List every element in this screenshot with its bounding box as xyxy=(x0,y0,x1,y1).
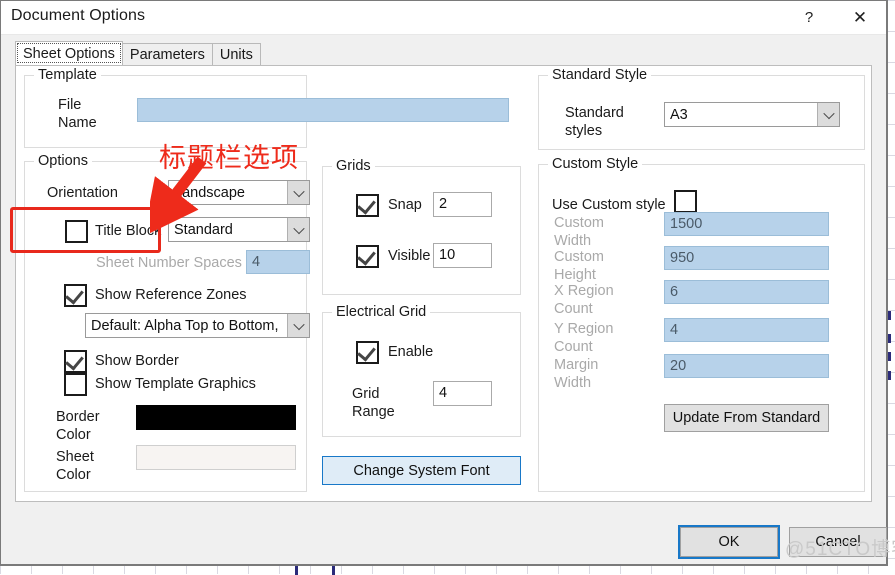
orientation-select[interactable]: Landscape xyxy=(168,180,310,205)
reference-zone-style-select[interactable]: Default: Alpha Top to Bottom, xyxy=(85,313,310,338)
title-block-style-value: Standard xyxy=(174,221,233,238)
custom-width-label: Custom Width xyxy=(554,215,604,249)
grids-group-legend: Grids xyxy=(332,158,375,174)
background-tick-mark xyxy=(888,311,891,320)
standard-styles-value: A3 xyxy=(670,106,688,123)
show-template-graphics-checkbox[interactable] xyxy=(64,373,87,396)
sheet-options-panel: Template File Name Options Orientation L… xyxy=(15,65,872,502)
background-tick-mark xyxy=(888,352,891,361)
title-bar: Document Options ? ✕ xyxy=(1,1,886,35)
margin-width-label: Margin Width xyxy=(554,357,599,391)
chevron-down-icon[interactable] xyxy=(287,218,309,241)
template-group-legend: Template xyxy=(34,67,101,83)
sheet-color-swatch[interactable] xyxy=(136,445,296,470)
x-region-count-input[interactable]: 6 xyxy=(664,280,829,304)
electrical-grid-group-legend: Electrical Grid xyxy=(332,304,431,320)
snap-label: Snap xyxy=(388,197,422,213)
show-border-checkbox[interactable] xyxy=(64,350,87,373)
show-border-label: Show Border xyxy=(95,353,179,369)
ok-button[interactable]: OK xyxy=(680,527,778,557)
show-reference-zones-checkbox[interactable] xyxy=(64,284,87,307)
standard-styles-select[interactable]: A3 xyxy=(664,102,840,127)
background-tick-mark xyxy=(888,334,891,343)
chevron-down-icon[interactable] xyxy=(817,103,839,126)
sheet-color-label: Sheet Color xyxy=(56,449,94,483)
standard-style-group-legend: Standard Style xyxy=(548,67,652,83)
x-region-count-label: X Region Count xyxy=(554,283,614,317)
document-options-dialog: Document Options ? ✕ Sheet Options Param… xyxy=(0,0,888,566)
tab-bar: Sheet Options Parameters Units xyxy=(15,41,261,65)
electrical-grid-enable-label: Enable xyxy=(388,344,434,360)
sheet-number-spaces-label: Sheet Number Spaces xyxy=(96,255,242,271)
custom-height-input[interactable]: 950 xyxy=(664,246,829,270)
custom-height-label: Custom Height xyxy=(554,249,604,283)
options-group-legend: Options xyxy=(34,153,92,169)
chevron-down-icon[interactable] xyxy=(287,181,309,204)
title-block-label: Title Block xyxy=(95,223,162,239)
file-name-label: File Name xyxy=(58,97,97,131)
visible-checkbox[interactable] xyxy=(356,245,379,268)
close-icon[interactable]: ✕ xyxy=(838,1,882,34)
snap-checkbox[interactable] xyxy=(356,194,379,217)
file-name-input[interactable] xyxy=(137,98,509,122)
background-tick-mark xyxy=(888,371,891,380)
page-title: Document Options xyxy=(11,7,146,24)
tab-parameters[interactable]: Parameters xyxy=(121,43,213,65)
tab-label: Sheet Options xyxy=(23,46,115,62)
custom-width-input[interactable]: 1500 xyxy=(664,212,829,236)
title-block-checkbox[interactable] xyxy=(65,220,88,243)
grid-range-input[interactable]: 4 xyxy=(433,381,492,406)
show-reference-zones-label: Show Reference Zones xyxy=(95,287,247,303)
tab-label: Parameters xyxy=(129,47,205,63)
change-system-font-button[interactable]: Change System Font xyxy=(322,456,521,485)
tab-sheet-options[interactable]: Sheet Options xyxy=(15,41,123,65)
border-color-swatch[interactable] xyxy=(136,405,296,430)
sheet-number-spaces-input[interactable]: 4 xyxy=(246,250,310,274)
custom-style-group-legend: Custom Style xyxy=(548,156,643,172)
help-icon[interactable]: ? xyxy=(787,1,831,34)
title-block-style-select[interactable]: Standard xyxy=(168,217,310,242)
y-region-count-input[interactable]: 4 xyxy=(664,318,829,342)
grids-group: Grids Snap 2 Visible 10 xyxy=(322,158,521,295)
standard-style-group: Standard Style Standard styles A3 xyxy=(538,67,865,150)
update-from-standard-button[interactable]: Update From Standard xyxy=(664,404,829,432)
tab-units[interactable]: Units xyxy=(211,43,261,65)
use-custom-style-checkbox[interactable] xyxy=(674,190,697,213)
chevron-down-icon[interactable] xyxy=(287,314,309,337)
grid-range-label: Grid Range xyxy=(352,386,395,420)
show-template-graphics-label: Show Template Graphics xyxy=(95,376,256,392)
standard-styles-label: Standard styles xyxy=(565,105,624,139)
border-color-label: Border Color xyxy=(56,409,100,443)
watermark: @51CTO博客 xyxy=(785,539,895,560)
electrical-grid-enable-checkbox[interactable] xyxy=(356,341,379,364)
visible-value-input[interactable]: 10 xyxy=(433,243,492,268)
snap-value-input[interactable]: 2 xyxy=(433,192,492,217)
tab-label: Units xyxy=(219,47,253,63)
margin-width-input[interactable]: 20 xyxy=(664,354,829,378)
electrical-grid-group: Electrical Grid Enable Grid Range 4 xyxy=(322,304,521,437)
visible-label: Visible xyxy=(388,248,431,264)
y-region-count-label: Y Region Count xyxy=(554,321,614,355)
orientation-label: Orientation xyxy=(47,185,118,201)
reference-zone-style-value: Default: Alpha Top to Bottom, xyxy=(91,317,279,334)
custom-style-group: Custom Style Use Custom style Custom Wid… xyxy=(538,156,865,492)
template-group: Template File Name xyxy=(24,67,509,148)
orientation-select-value: Landscape xyxy=(174,184,245,201)
options-group: Options Orientation Landscape Title Bloc… xyxy=(24,153,310,492)
use-custom-style-label: Use Custom style xyxy=(552,197,666,213)
